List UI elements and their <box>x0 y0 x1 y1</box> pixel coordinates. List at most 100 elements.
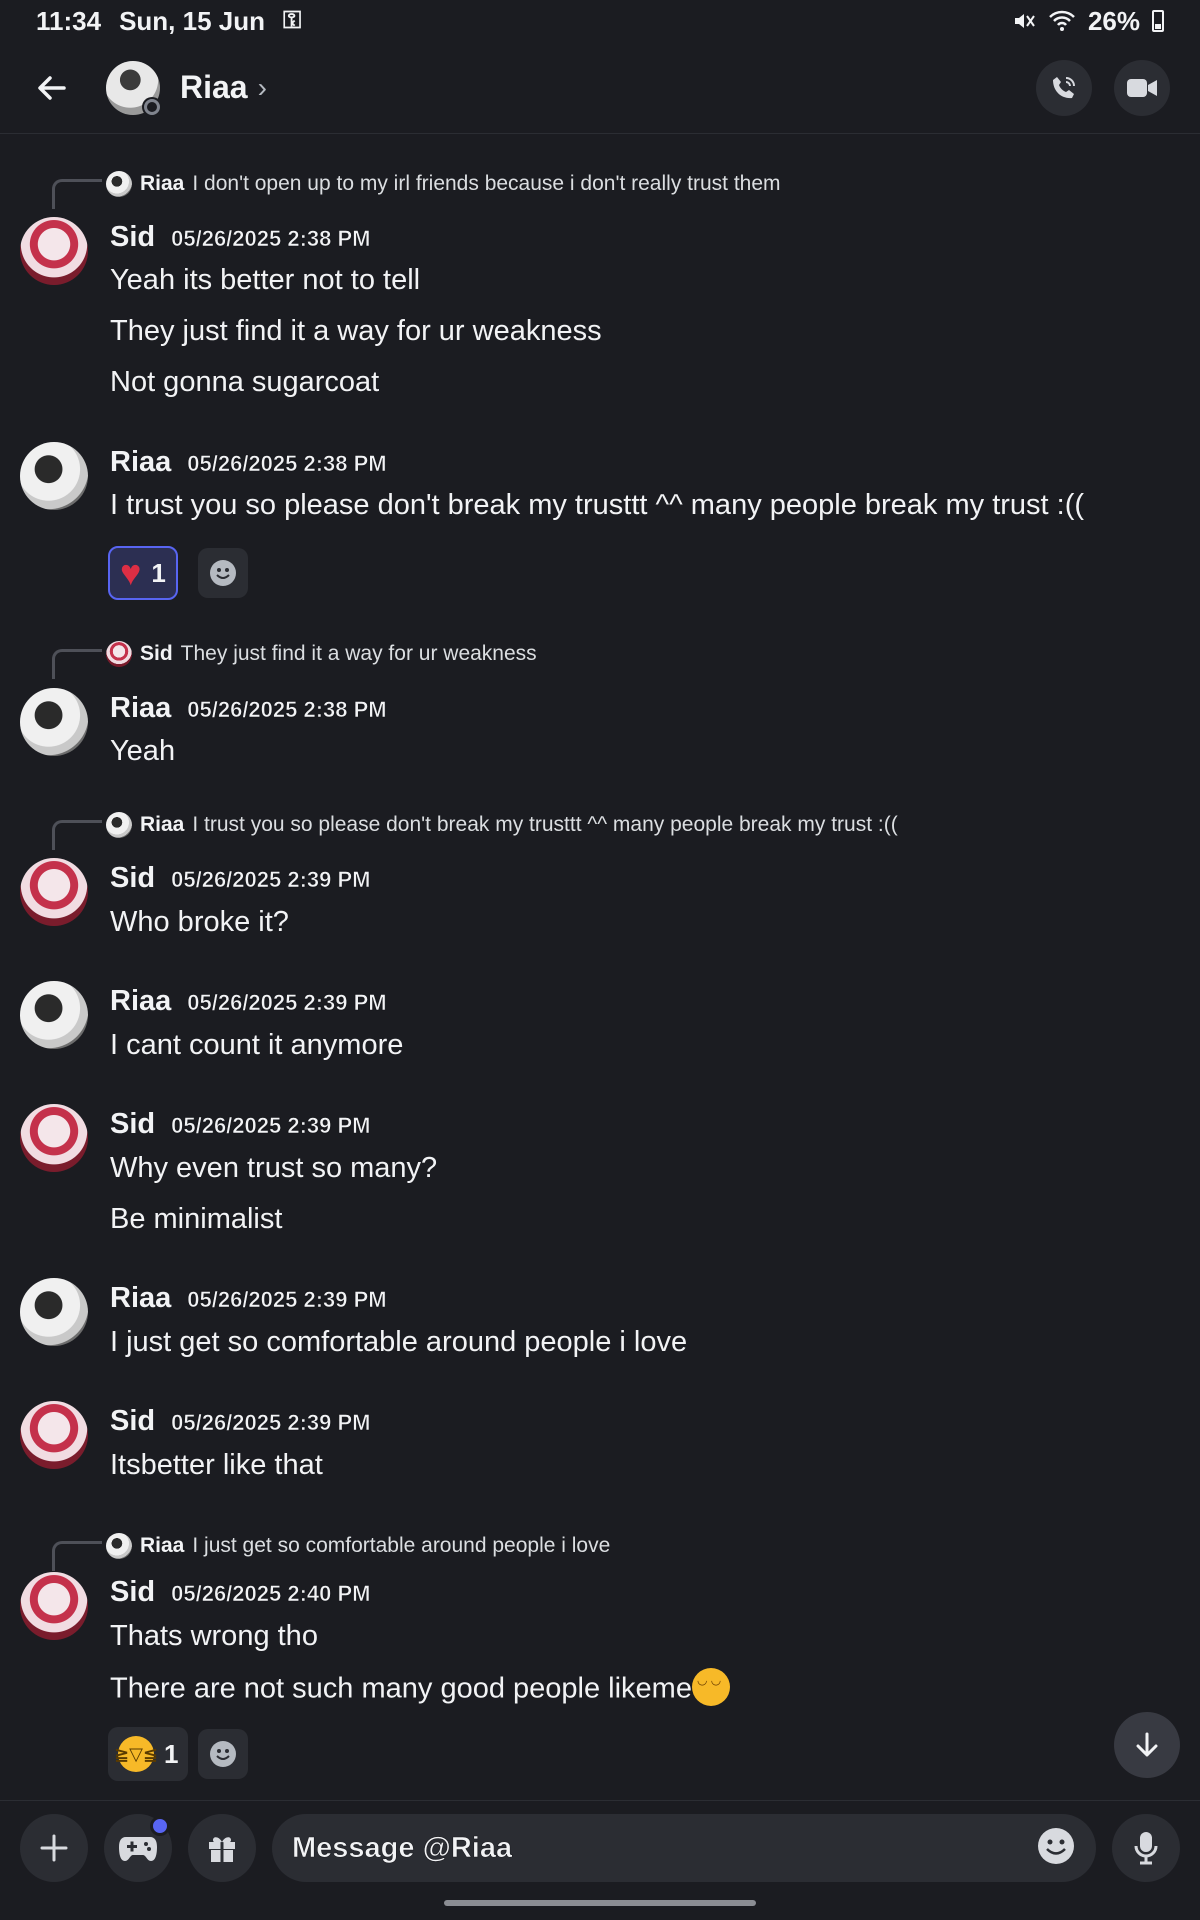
contact-avatar[interactable] <box>106 60 162 117</box>
message-text[interactable]: They just find it a way for ur weakness <box>110 315 602 348</box>
emoji-icon <box>210 1741 236 1767</box>
status-indicator <box>142 96 162 117</box>
reply-text: I just get so comfortable around people … <box>192 1534 611 1557</box>
author-name[interactable]: Riaa <box>110 1282 171 1315</box>
battery-level: 26% <box>1087 5 1140 36</box>
avatar[interactable] <box>20 1572 88 1640</box>
message-header: Sid 05/26/2025 2:38 PM <box>110 221 371 254</box>
mute-icon <box>1014 14 1035 28</box>
avatar[interactable] <box>20 442 88 510</box>
reply-connector <box>52 179 102 209</box>
timestamp: 05/26/2025 2:38 PM <box>187 451 387 477</box>
message-text[interactable]: Itsbetter like that <box>110 1449 323 1482</box>
message-text[interactable]: Not gonna sugarcoat <box>110 366 379 399</box>
timestamp: 05/26/2025 2:39 PM <box>171 1410 371 1436</box>
attach-button[interactable] <box>20 1814 88 1882</box>
message-header: Sid 05/26/2025 2:40 PM <box>110 1576 371 1609</box>
message-list[interactable]: Riaa I don't open up to my irl friends b… <box>0 135 1200 1800</box>
plus-icon <box>40 1834 68 1862</box>
message-text[interactable]: I trust you so please don't break my tru… <box>110 489 1084 522</box>
battery-icon <box>1152 10 1164 32</box>
timestamp: 05/26/2025 2:38 PM <box>171 226 371 252</box>
reaction-pill[interactable]: ♥ 1 <box>108 546 178 600</box>
clock: 11:34 <box>36 5 102 36</box>
avatar[interactable] <box>20 1401 88 1469</box>
voice-call-button[interactable] <box>1036 59 1092 116</box>
reply-preview[interactable]: Riaa I just get so comfortable around pe… <box>106 1533 610 1559</box>
reply-author: Riaa <box>140 172 185 195</box>
avatar[interactable] <box>20 217 88 285</box>
gift-button[interactable] <box>188 1814 256 1882</box>
timestamp: 05/26/2025 2:38 PM <box>187 697 387 723</box>
emoji-icon <box>1038 1827 1074 1864</box>
message-text[interactable]: Who broke it? <box>110 906 289 939</box>
message-text[interactable]: Be minimalist <box>110 1203 282 1236</box>
voice-call-icon <box>1053 76 1075 98</box>
message-text[interactable]: Yeah its better not to tell <box>110 264 420 297</box>
home-indicator[interactable] <box>444 1900 756 1906</box>
author-name[interactable]: Sid <box>110 1108 155 1141</box>
message-input[interactable]: Message @Riaa <box>272 1814 1096 1882</box>
avatar[interactable] <box>20 1104 88 1172</box>
reply-preview[interactable]: Riaa I don't open up to my irl friends b… <box>106 171 781 197</box>
status-bar: 11:34 Sun, 15 Jun ⚿ 26% <box>0 0 1200 42</box>
reply-author: Sid <box>140 642 173 665</box>
key-icon: ⚿ <box>283 7 302 34</box>
author-name[interactable]: Sid <box>110 1576 155 1609</box>
avatar[interactable] <box>20 1278 88 1346</box>
author-name[interactable]: Sid <box>110 862 155 895</box>
reply-connector <box>52 1541 102 1571</box>
emoji-icon <box>210 560 236 586</box>
author-name[interactable]: Sid <box>110 1405 155 1438</box>
voice-message-button[interactable] <box>1112 1814 1180 1882</box>
video-call-icon <box>1127 78 1157 97</box>
message-text[interactable]: Why even trust so many? <box>110 1152 437 1185</box>
reaction-count: 1 <box>164 1738 179 1769</box>
timestamp: 05/26/2025 2:39 PM <box>187 990 387 1016</box>
reply-author: Riaa <box>140 813 185 836</box>
emoji-picker-button[interactable] <box>1036 1826 1076 1871</box>
activities-button[interactable] <box>104 1814 172 1882</box>
message-header: Riaa 05/26/2025 2:38 PM <box>110 446 387 479</box>
add-reaction-button[interactable] <box>198 548 248 598</box>
message-header: Riaa 05/26/2025 2:39 PM <box>110 985 387 1018</box>
avatar[interactable] <box>20 858 88 926</box>
chevron-right-icon[interactable]: › <box>258 72 267 104</box>
avatar[interactable] <box>20 688 88 756</box>
message-text[interactable]: There are not such many good people like… <box>110 1668 730 1709</box>
avatar <box>106 1533 132 1559</box>
message-header: Sid 05/26/2025 2:39 PM <box>110 1405 371 1438</box>
message-text[interactable]: I just get so comfortable around people … <box>110 1326 687 1359</box>
message-composer: Message @Riaa <box>0 1800 1200 1895</box>
reaction-pill[interactable]: ≧▽≦ 1 <box>108 1727 189 1781</box>
reply-preview[interactable]: Sid They just find it a way for ur weakn… <box>106 641 537 667</box>
notification-dot <box>150 1816 170 1836</box>
reply-preview[interactable]: Riaa I trust you so please don't break m… <box>106 812 898 838</box>
message-header: Sid 05/26/2025 2:39 PM <box>110 862 371 895</box>
avatar[interactable] <box>20 981 88 1049</box>
author-name[interactable]: Riaa <box>110 985 171 1018</box>
wifi-icon <box>1049 10 1075 31</box>
message-text[interactable]: Yeah <box>110 735 175 768</box>
add-reaction-button[interactable] <box>198 1729 248 1779</box>
jump-to-bottom-button[interactable] <box>1114 1712 1180 1778</box>
contact-name[interactable]: Riaa <box>180 69 248 106</box>
reply-text: I trust you so please don't break my tru… <box>192 813 898 836</box>
reply-text: I don't open up to my irl friends becaus… <box>192 172 781 195</box>
author-name[interactable]: Sid <box>110 221 155 254</box>
reply-connector <box>52 649 102 679</box>
timestamp: 05/26/2025 2:39 PM <box>171 1113 371 1139</box>
smiling-face-icon <box>691 1668 730 1706</box>
author-name[interactable]: Riaa <box>110 692 171 725</box>
date: Sun, 15 Jun <box>119 5 265 36</box>
back-button[interactable] <box>30 66 74 110</box>
video-call-button[interactable] <box>1114 59 1170 116</box>
chat-header: Riaa › <box>0 42 1200 134</box>
message-text[interactable]: Thats wrong tho <box>110 1620 318 1653</box>
message-text-content: There are not such many good people like… <box>110 1672 692 1705</box>
timestamp: 05/26/2025 2:39 PM <box>187 1287 387 1313</box>
timestamp: 05/26/2025 2:40 PM <box>171 1581 371 1607</box>
message-text[interactable]: I cant count it anymore <box>110 1029 403 1062</box>
author-name[interactable]: Riaa <box>110 446 171 479</box>
avatar <box>106 171 132 197</box>
